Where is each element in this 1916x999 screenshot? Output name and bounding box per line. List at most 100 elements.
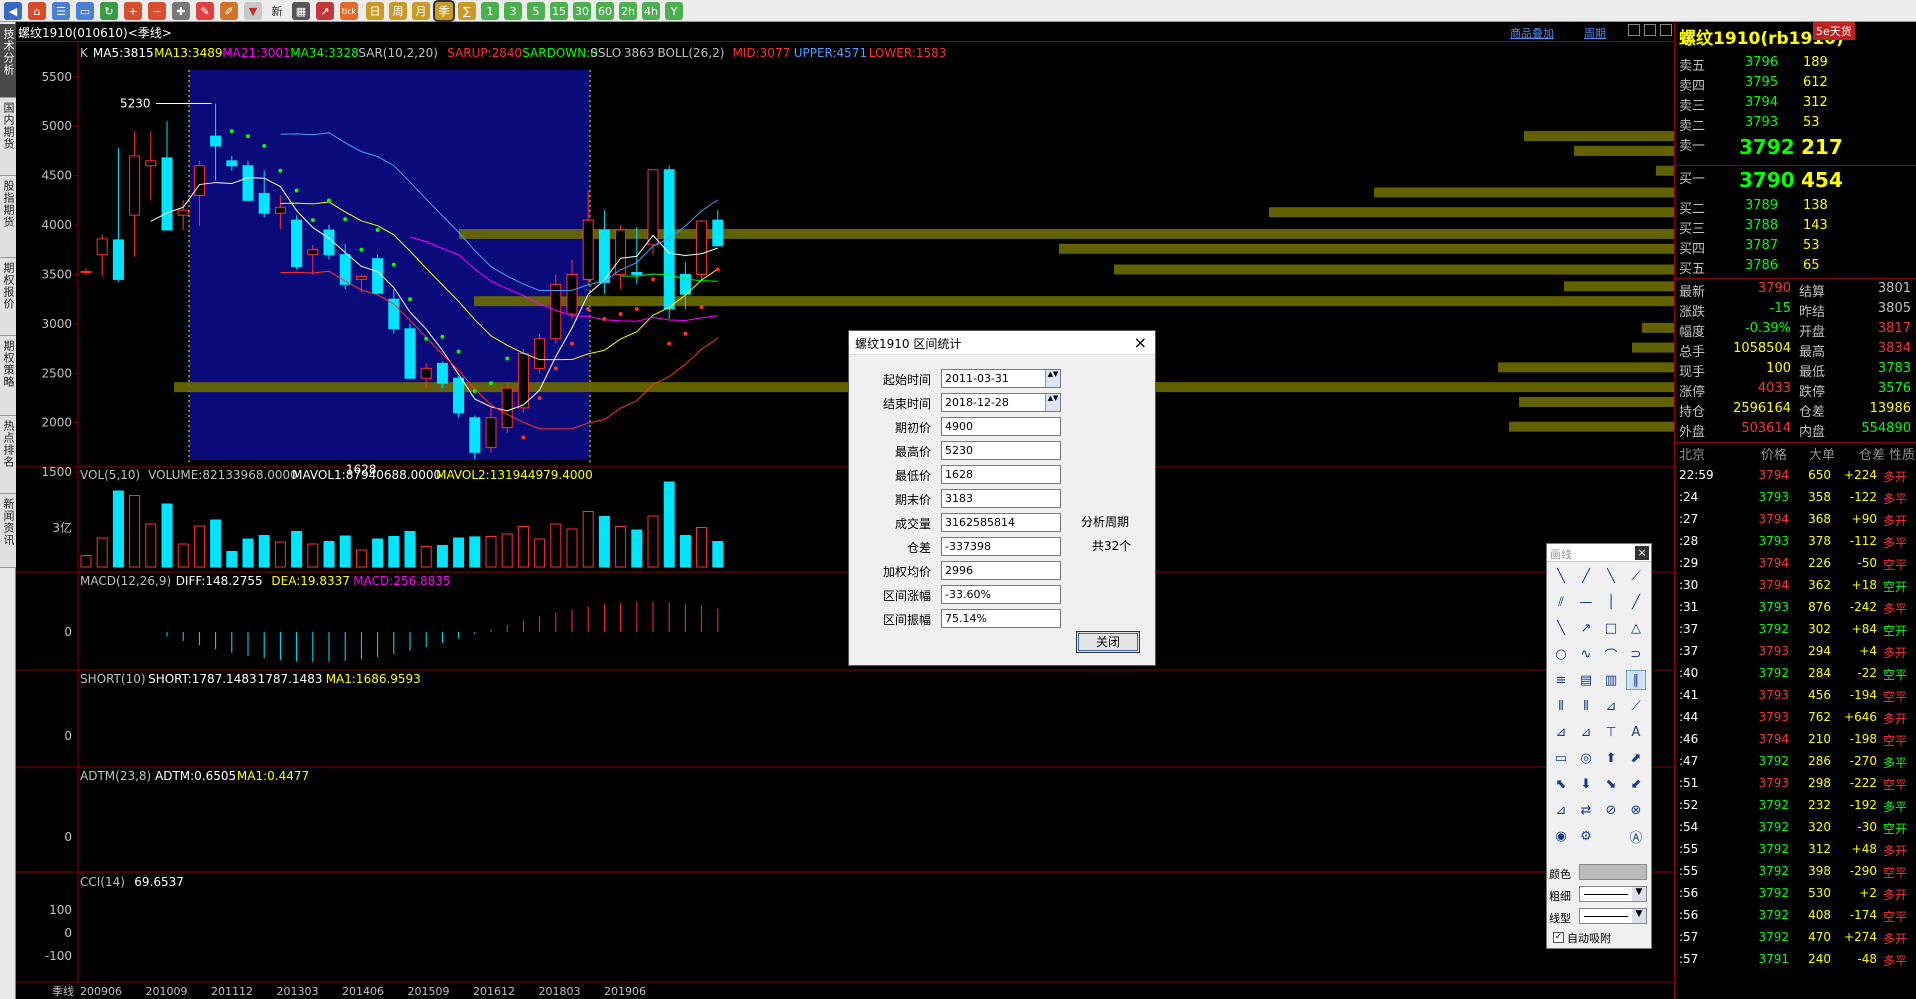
draw-tool-icon[interactable]: ╲: [1551, 566, 1571, 586]
date-spinner[interactable]: ▲▼: [1045, 394, 1060, 411]
left-tab-6[interactable]: 新闻资讯: [0, 494, 16, 568]
dialog-field-3[interactable]: 5230: [941, 441, 1061, 460]
candle-body[interactable]: [226, 160, 238, 167]
draw-tool-icon[interactable]: ⊿: [1551, 722, 1571, 742]
candle-body[interactable]: [517, 353, 529, 409]
candle-body[interactable]: [696, 220, 708, 275]
filter-icon[interactable]: ▼: [244, 2, 262, 20]
draw-tool-icon[interactable]: ⚙: [1576, 826, 1596, 846]
left-tab-3[interactable]: 期权报价: [0, 258, 16, 336]
brush-icon[interactable]: ✐: [220, 2, 238, 20]
period-button-7[interactable]: 5: [527, 2, 545, 20]
candle-body[interactable]: [469, 417, 481, 453]
draw-tool-icon[interactable]: ⬉: [1551, 774, 1571, 794]
news-icon[interactable]: ☰: [52, 2, 70, 20]
draw-tool-icon[interactable]: ⊘: [1601, 800, 1621, 820]
draw-tool-icon[interactable]: ⊃: [1626, 644, 1646, 664]
dialog-field-2[interactable]: 4900: [941, 417, 1061, 436]
candle-body[interactable]: [355, 275, 367, 280]
left-tab-1[interactable]: 国内期货: [0, 98, 16, 176]
left-tab-2[interactable]: 股指期货: [0, 176, 16, 258]
candle-body[interactable]: [339, 254, 351, 285]
dialog-field-8[interactable]: 2996: [941, 561, 1061, 580]
draw-tool-icon[interactable]: ╱: [1576, 566, 1596, 586]
dialog-field-5[interactable]: 3183: [941, 489, 1061, 508]
draw-tool-icon[interactable]: —: [1576, 592, 1596, 612]
period-button-1[interactable]: 周: [389, 2, 407, 20]
auto-snap-checkbox[interactable]: ✓: [1553, 932, 1564, 943]
candle-body[interactable]: [161, 157, 173, 231]
home-icon[interactable]: ⌂: [28, 2, 46, 20]
candle-body[interactable]: [258, 192, 270, 214]
candle-body[interactable]: [193, 165, 205, 196]
candle-body[interactable]: [712, 219, 724, 247]
draw-tool-icon[interactable]: ≡: [1551, 670, 1571, 690]
draw-tool-icon[interactable]: ⊗: [1626, 800, 1646, 820]
period-button-9[interactable]: 30: [573, 2, 591, 20]
draw-tool-icon[interactable]: ⬊: [1601, 774, 1621, 794]
candle-body[interactable]: [177, 209, 189, 216]
date-spinner[interactable]: ▲▼: [1045, 370, 1060, 387]
left-tab-4[interactable]: 期权策略: [0, 336, 16, 416]
candle-body[interactable]: [453, 377, 465, 414]
back-icon[interactable]: ◀: [4, 2, 22, 20]
draw-tool-icon[interactable]: │: [1601, 592, 1621, 612]
draw-tool-icon[interactable]: ⫽: [1551, 592, 1571, 612]
candle-body[interactable]: [420, 367, 432, 379]
draw-tool-icon[interactable]: ▤: [1576, 670, 1596, 690]
draw-tool-icon[interactable]: ◉: [1551, 826, 1571, 846]
draw-tool-icon[interactable]: ╲: [1551, 618, 1571, 638]
chart-line-icon[interactable]: ↗: [316, 2, 334, 20]
candle-body[interactable]: [323, 229, 335, 256]
dialog-field-9[interactable]: -33.60%: [941, 585, 1061, 604]
period-button-3[interactable]: 季: [433, 0, 455, 22]
candle-body[interactable]: [80, 271, 92, 274]
draw-tool-icon[interactable]: A: [1626, 722, 1646, 742]
candle-body[interactable]: [274, 206, 286, 214]
candle-body[interactable]: [436, 362, 448, 384]
candle-body[interactable]: [112, 239, 124, 280]
candle-body[interactable]: [582, 219, 594, 280]
period-button-12[interactable]: 4h: [642, 2, 660, 20]
left-tab-0[interactable]: 技术分析: [0, 24, 16, 98]
draw-tool-icon[interactable]: ⇄: [1576, 800, 1596, 820]
draw-tool-icon[interactable]: △: [1626, 618, 1646, 638]
draw-tool-icon[interactable]: ↗: [1576, 618, 1596, 638]
dialog-field-6[interactable]: 3162585814: [941, 513, 1061, 532]
cross-icon[interactable]: ✚: [172, 2, 190, 20]
draw-tool-icon[interactable]: ⊿: [1601, 696, 1621, 716]
draw-tool-icon[interactable]: ▭: [1551, 748, 1571, 768]
dialog-close-button[interactable]: 关闭: [1076, 631, 1140, 653]
window-icon[interactable]: ▭: [76, 2, 94, 20]
draw-tool-icon[interactable]: ⊿: [1551, 800, 1571, 820]
dialog-field-1[interactable]: 2018-12-28: [941, 393, 1061, 412]
candle-body[interactable]: [534, 338, 546, 369]
draw-tool-icon[interactable]: ▥: [1601, 670, 1621, 690]
kline-chart[interactable]: 5500 5000 4500 4000 3500 3000 2500 2000 1500 5230…: [16, 22, 1674, 999]
period-button-13[interactable]: Y: [665, 2, 683, 20]
width-select[interactable]: ▼: [1579, 886, 1647, 902]
draw-tool-icon[interactable]: ╲: [1601, 566, 1621, 586]
candle-body[interactable]: [404, 328, 416, 379]
draw-tool-icon[interactable]: ○: [1551, 644, 1571, 664]
refresh-icon[interactable]: ↻: [100, 2, 118, 20]
candle-body[interactable]: [501, 387, 513, 429]
color-picker[interactable]: [1579, 864, 1647, 880]
candle-body[interactable]: [307, 249, 319, 256]
candle-body[interactable]: [485, 417, 497, 448]
draw-pen-icon[interactable]: ✎: [196, 2, 214, 20]
candle-body[interactable]: [129, 155, 141, 216]
left-tab-5[interactable]: 热点排名: [0, 416, 16, 494]
style-select[interactable]: ▼: [1579, 908, 1647, 924]
candle-body[interactable]: [291, 219, 303, 268]
period-button-2[interactable]: 月: [412, 2, 430, 20]
period-button-10[interactable]: 60: [596, 2, 614, 20]
period-button-0[interactable]: 日: [366, 2, 384, 20]
new-button[interactable]: 新: [266, 2, 288, 20]
period-button-6[interactable]: 3: [504, 2, 522, 20]
draw-tool-icon[interactable]: ⟋: [1626, 566, 1646, 586]
draw-tool-icon[interactable]: [1601, 826, 1621, 846]
draw-tool-icon[interactable]: ⌒: [1601, 644, 1621, 664]
draw-tool-icon[interactable]: ⊤: [1601, 722, 1621, 742]
dialog-close-icon[interactable]: ×: [1134, 333, 1147, 352]
